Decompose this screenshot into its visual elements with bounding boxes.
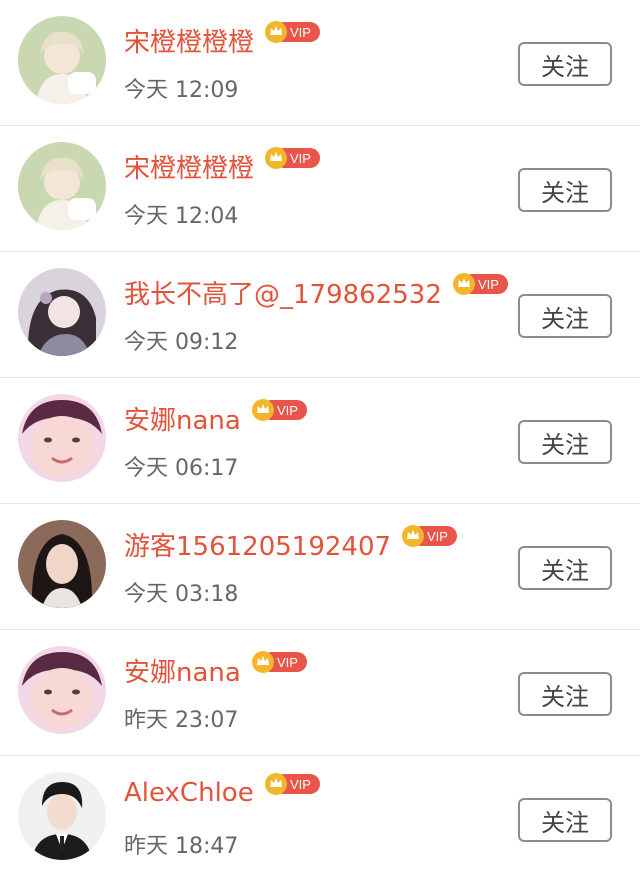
- timestamp: 今天 03:18: [124, 582, 239, 607]
- username[interactable]: 宋橙橙橙橙 VIP: [124, 20, 322, 59]
- follow-button[interactable]: 关注: [518, 798, 612, 842]
- vip-label: VIP: [277, 403, 298, 418]
- timestamp: 今天 06:17: [124, 456, 239, 481]
- list-item[interactable]: 宋橙橙橙橙 VIP 今天 12:09 关注: [0, 0, 640, 126]
- list-item[interactable]: AlexChloe VIP 昨天 18:47 关注: [0, 756, 640, 882]
- vip-label: VIP: [427, 529, 448, 544]
- vip-badge: VIP: [251, 398, 309, 422]
- list-item[interactable]: 安娜nana VIP 今天 06:17 关注: [0, 378, 640, 504]
- list-item[interactable]: 我长不高了@_179862532 VIP 今天 09:12 关注: [0, 252, 640, 378]
- username[interactable]: 安娜nana VIP: [124, 398, 309, 437]
- list-item[interactable]: 宋橙橙橙橙 VIP 今天 12:04 关注: [0, 126, 640, 252]
- username[interactable]: 游客1561205192407 VIP: [124, 524, 459, 563]
- vip-badge: VIP: [264, 146, 322, 170]
- vip-badge: VIP: [401, 524, 459, 548]
- follow-button[interactable]: 关注: [518, 42, 612, 86]
- vip-badge: VIP: [452, 272, 510, 296]
- timestamp: 今天 09:12: [124, 330, 239, 355]
- follow-button[interactable]: 关注: [518, 672, 612, 716]
- timestamp: 今天 12:04: [124, 204, 239, 229]
- vip-label: VIP: [290, 777, 311, 792]
- timestamp: 昨天 18:47: [124, 834, 239, 859]
- vip-label: VIP: [290, 25, 311, 40]
- list-item[interactable]: 游客1561205192407 VIP 今天 03:18 关注: [0, 504, 640, 630]
- follow-button[interactable]: 关注: [518, 168, 612, 212]
- avatar[interactable]: [18, 268, 106, 356]
- vip-badge: VIP: [264, 772, 322, 796]
- follow-list: 宋橙橙橙橙 VIP 今天 12:09 关注 宋橙橙橙橙 VIP 今天 12:04…: [0, 0, 640, 871]
- vip-badge: VIP: [264, 20, 322, 44]
- follow-button[interactable]: 关注: [518, 420, 612, 464]
- avatar[interactable]: [18, 16, 106, 104]
- avatar[interactable]: [18, 772, 106, 860]
- timestamp: 今天 12:09: [124, 78, 239, 103]
- list-item[interactable]: 安娜nana VIP 昨天 23:07 关注: [0, 630, 640, 756]
- avatar[interactable]: [18, 646, 106, 734]
- username[interactable]: 安娜nana VIP: [124, 650, 309, 689]
- username[interactable]: 宋橙橙橙橙 VIP: [124, 146, 322, 185]
- vip-label: VIP: [478, 277, 499, 292]
- username[interactable]: AlexChloe VIP: [124, 773, 322, 808]
- avatar[interactable]: [18, 520, 106, 608]
- vip-badge: VIP: [251, 650, 309, 674]
- timestamp: 昨天 23:07: [124, 708, 239, 733]
- vip-label: VIP: [290, 151, 311, 166]
- follow-button[interactable]: 关注: [518, 546, 612, 590]
- follow-button[interactable]: 关注: [518, 294, 612, 338]
- avatar[interactable]: [18, 142, 106, 230]
- username[interactable]: 我长不高了@_179862532 VIP: [124, 272, 510, 311]
- avatar[interactable]: [18, 394, 106, 482]
- vip-label: VIP: [277, 655, 298, 670]
